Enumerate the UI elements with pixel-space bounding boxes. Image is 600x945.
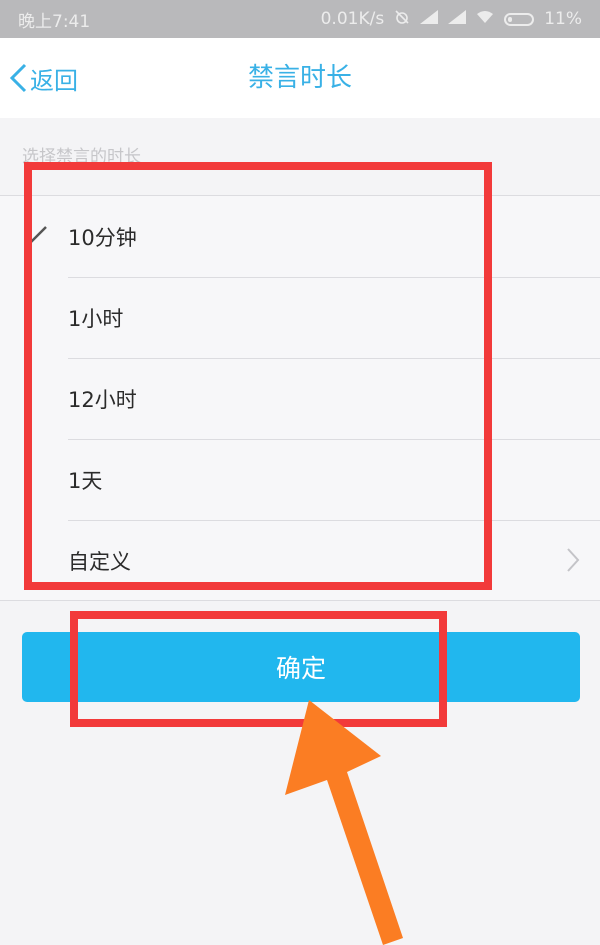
- signal-icon: [420, 10, 439, 28]
- nav-bar: 返回 禁言时长: [0, 38, 600, 118]
- wifi-icon: [476, 9, 494, 29]
- battery-icon: [504, 12, 535, 26]
- status-time: 晚上7:41: [18, 11, 91, 32]
- page-title: 禁言时长: [247, 63, 352, 93]
- chevron-right-icon: [567, 548, 580, 572]
- net-speed: 0.01K/s: [320, 9, 385, 29]
- alarm-off-icon: [394, 9, 410, 30]
- pointer-arrow-icon: [285, 700, 403, 945]
- status-right: 0.01K/s 11%: [321, 9, 582, 30]
- highlight-box-options: [24, 162, 492, 590]
- battery-percent: 11%: [544, 9, 582, 29]
- signal-icon: [448, 10, 467, 28]
- status-bar: 晚上7:41 0.01K/s 11%: [0, 0, 600, 38]
